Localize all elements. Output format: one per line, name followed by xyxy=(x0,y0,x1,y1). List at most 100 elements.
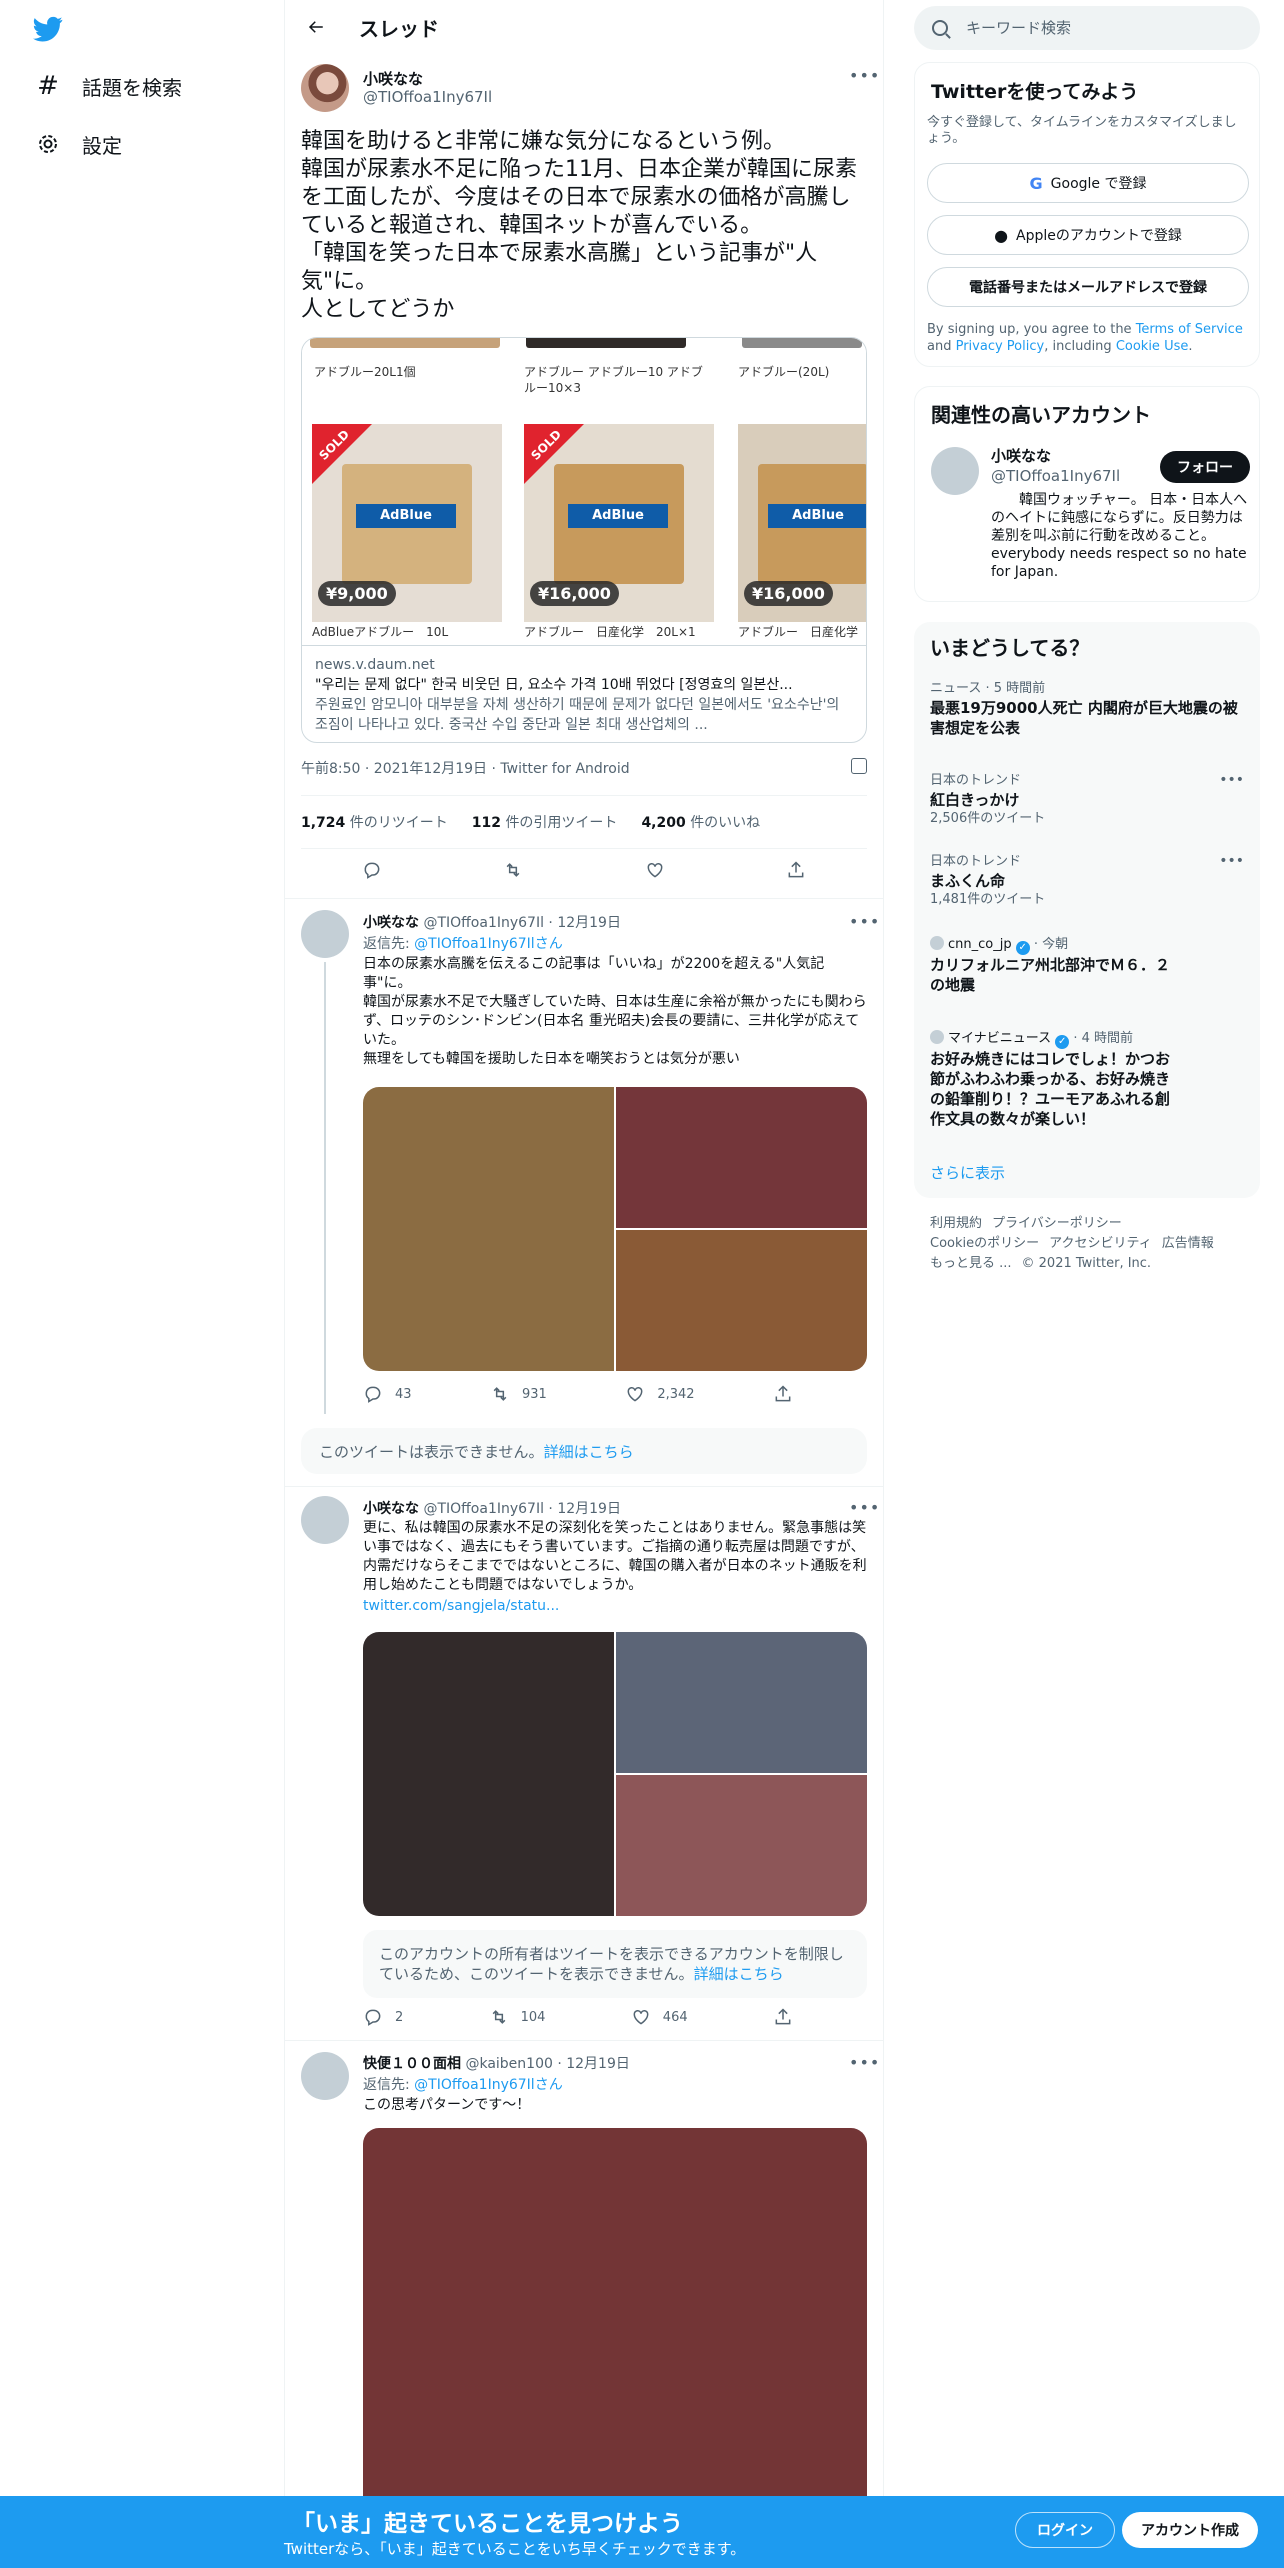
footer-accessibility[interactable]: アクセシビリティ xyxy=(1049,1236,1152,1251)
author-name[interactable]: 快便１００面相 xyxy=(363,2056,461,2072)
trend-item[interactable]: マイナビニュース ✓ · 4 時間前 お好み焼きにはコレでしょ！かつお節がふわふ… xyxy=(930,1030,1244,1129)
bottom-bar-title: 「いま」起きていることを見つけよう xyxy=(292,2511,683,2537)
twitter-bird-icon[interactable] xyxy=(30,14,66,44)
retweet-count[interactable]: 1,724 件のリツイート xyxy=(301,812,448,832)
media-image[interactable] xyxy=(363,2128,867,2496)
signup-button[interactable]: アカウント作成 xyxy=(1122,2512,1258,2548)
retweet-button[interactable]: 931 xyxy=(490,1384,547,1404)
more-options-icon[interactable]: ••• xyxy=(1219,853,1244,869)
trend-item[interactable]: 日本のトレンド まふくん命 1,481件のツイート ••• xyxy=(930,853,1244,909)
trend-title: 最悪19万9000人死亡 内閣府が巨大地震の被害想定を公表 xyxy=(930,699,1238,737)
reply-button[interactable]: 2 xyxy=(363,2007,403,2027)
media-image[interactable] xyxy=(616,1230,867,1371)
avatar[interactable] xyxy=(301,2052,349,2100)
tweet-actions xyxy=(301,860,867,880)
google-signup-button[interactable]: G Google で登録 xyxy=(927,163,1249,203)
trend-item[interactable]: ニュース · 5 時間前 最悪19万9000人死亡 内閣府が巨大地震の被害想定を… xyxy=(930,680,1244,738)
more-options-icon[interactable]: ••• xyxy=(849,66,880,85)
more-options-icon[interactable]: ••• xyxy=(849,1498,880,1517)
search-input[interactable] xyxy=(966,19,1246,37)
footer-cookie[interactable]: Cookieのポリシー xyxy=(930,1236,1039,1251)
reply-button[interactable]: 43 xyxy=(363,1384,412,1404)
tweet-link[interactable]: twitter.com/sangjela/statu... xyxy=(363,1598,559,1614)
cookie-link[interactable]: Cookie Use xyxy=(1116,339,1189,354)
like-button[interactable]: 2,342 xyxy=(625,1384,695,1404)
apple-signup-button[interactable]: ● Appleのアカウントで登録 xyxy=(927,215,1249,255)
reply-icon xyxy=(364,862,380,879)
quote-count[interactable]: 112 件の引用ツイート xyxy=(472,812,618,832)
account-name[interactable]: 小咲なな xyxy=(991,445,1051,466)
search-bar[interactable] xyxy=(914,6,1260,50)
like-button[interactable] xyxy=(645,860,665,880)
retweet-button[interactable] xyxy=(503,860,523,880)
share-button[interactable] xyxy=(786,860,806,880)
trend-item[interactable]: cnn_co_jp ✓ · 今朝 カリフォルニア州北部沖でＭ６．２の地震 xyxy=(930,936,1244,995)
back-arrow-icon[interactable] xyxy=(299,10,333,44)
learn-more-link[interactable]: 詳細はこちら xyxy=(544,1441,634,1462)
trend-item[interactable]: 日本のトレンド 紅白きっかけ 2,506件のツイート ••• xyxy=(930,772,1244,828)
media-image[interactable] xyxy=(616,1632,867,1773)
footer-privacy[interactable]: プライバシーポリシー xyxy=(992,1216,1122,1231)
nav-settings-label: 設定 xyxy=(82,133,122,158)
more-options-icon[interactable]: ••• xyxy=(1219,772,1244,788)
quote-number: 112 xyxy=(471,815,501,831)
author-meta[interactable]: @kaiben100 · 12月19日 xyxy=(465,2056,629,2072)
analytics-icon[interactable] xyxy=(851,758,867,774)
nav-settings[interactable]: 設定 xyxy=(22,116,134,172)
show-more-link[interactable]: さらに表示 xyxy=(930,1162,1005,1183)
reply-icon xyxy=(365,2009,381,2026)
terms-link[interactable]: Terms of Service xyxy=(1136,322,1243,337)
tweet-media[interactable] xyxy=(363,1087,867,1371)
avatar[interactable] xyxy=(301,64,349,112)
footer-terms[interactable]: 利用規約 xyxy=(930,1216,982,1231)
footer-ads[interactable]: 広告情報 xyxy=(1162,1236,1214,1251)
more-options-icon[interactable]: ••• xyxy=(849,2053,880,2072)
signup-legal: By signing up, you agree to the Terms of… xyxy=(927,321,1253,355)
tweet-media[interactable] xyxy=(363,1632,867,1916)
heart-icon xyxy=(627,1386,643,1402)
author-meta[interactable]: @TIOffoa1Iny67Il · 12月19日 xyxy=(423,915,621,931)
share-button[interactable] xyxy=(773,2007,793,2027)
author-meta[interactable]: @TIOffoa1Iny67Il · 12月19日 xyxy=(423,1501,621,1517)
footer-more[interactable]: もっと見る ... xyxy=(930,1256,1012,1271)
author-name[interactable]: 小咲なな xyxy=(363,1501,419,1517)
follow-button[interactable]: フォロー xyxy=(1160,451,1250,483)
product-thumb xyxy=(742,338,862,348)
tweet-media[interactable] xyxy=(363,2128,867,2496)
trend-meta: 日本のトレンド xyxy=(930,854,1022,869)
more-options-icon[interactable]: ••• xyxy=(849,912,880,931)
media-image[interactable] xyxy=(363,1632,614,1916)
author-name[interactable]: 小咲なな xyxy=(363,68,423,89)
author-handle[interactable]: @TIOffoa1Iny67Il xyxy=(363,88,492,106)
learn-more-link[interactable]: 詳細はこちら xyxy=(694,1965,784,1983)
reply-count: 2 xyxy=(395,2009,404,2025)
timestamp-text[interactable]: 午前8:50 · 2021年12月19日 · Twitter for Andro… xyxy=(301,761,630,777)
google-signup-label: Google で登録 xyxy=(1050,176,1147,192)
media-image[interactable] xyxy=(616,1775,867,1916)
product-photo: AdBlue ¥16,000 xyxy=(738,424,866,622)
reply-to-link[interactable]: @TIOffoa1Iny67Ilさん xyxy=(414,936,563,952)
avatar[interactable] xyxy=(301,1496,349,1544)
reply-button[interactable] xyxy=(362,860,382,880)
tweet-stats: 1,724 件のリツイート 112 件の引用ツイート 4,200 件のいいね xyxy=(301,812,760,832)
phone-signup-button[interactable]: 電話番号またはメールアドレスで登録 xyxy=(927,267,1249,307)
media-image[interactable] xyxy=(363,1087,614,1371)
product-price: ¥9,000 xyxy=(318,581,396,606)
retweet-button[interactable]: 104 xyxy=(489,2007,545,2027)
avatar[interactable] xyxy=(301,910,349,958)
like-count[interactable]: 4,200 件のいいね xyxy=(641,812,760,832)
share-button[interactable] xyxy=(773,1384,793,1404)
author-name[interactable]: 小咲なな xyxy=(363,915,419,931)
media-image[interactable] xyxy=(616,1087,867,1228)
avatar[interactable] xyxy=(931,447,979,495)
nav-explore[interactable]: # 話題を検索 xyxy=(22,58,194,114)
privacy-link[interactable]: Privacy Policy xyxy=(956,339,1045,354)
retweet-icon xyxy=(493,1387,507,1401)
link-card[interactable]: アドブルー20L1個 アドブルー アドブルー10 アドブルー10×3 アドブルー… xyxy=(301,337,867,743)
login-button[interactable]: ログイン xyxy=(1015,2512,1115,2548)
reply-to-link[interactable]: @TIOffoa1Iny67Ilさん xyxy=(414,2077,563,2093)
like-button[interactable]: 464 xyxy=(631,2007,688,2027)
main-column: スレッド 小咲なな @TIOffoa1Iny67Il ••• 韓国を助けると非常… xyxy=(284,0,884,2568)
account-handle[interactable]: @TIOffoa1Iny67Il xyxy=(991,467,1120,485)
reply-header: 小咲なな @TIOffoa1Iny67Il · 12月19日 xyxy=(363,1498,621,1518)
